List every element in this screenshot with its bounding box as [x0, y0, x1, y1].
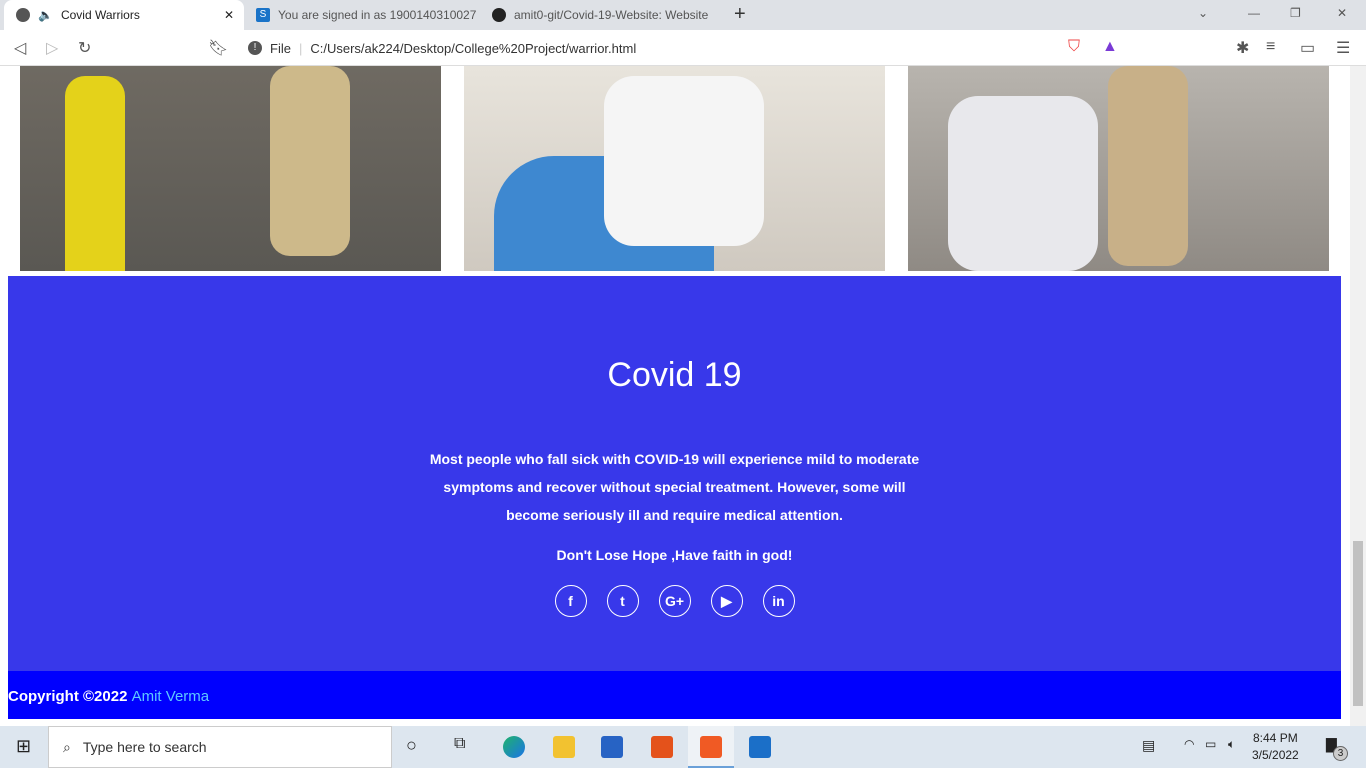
tab-title: You are signed in as 1900140310027: [278, 8, 477, 22]
author-link[interactable]: Amit Verma: [132, 688, 210, 705]
tab-github[interactable]: amit0-git/Covid-19-Website: Website: [480, 0, 720, 30]
wifi-icon[interactable]: ◠: [1184, 737, 1194, 751]
globe-icon: [16, 8, 30, 22]
tab-strip: 🔈 Covid Warriors ✕ S You are signed in a…: [0, 0, 1366, 30]
taskbar: ⊞ ⌕ Type here to search ○ ⧉ ▤ ◠ ▭ 🔈︎ 8:4…: [0, 726, 1366, 768]
back-icon[interactable]: ◁: [14, 38, 26, 58]
warrior-photo-testing: [908, 66, 1329, 271]
page-content: Covid 19 Most people who fall sick with …: [0, 66, 1350, 726]
brave-rewards-icon[interactable]: ▲: [1102, 38, 1118, 56]
tab-title: amit0-git/Covid-19-Website: Website: [514, 8, 709, 22]
edge-icon[interactable]: [503, 736, 525, 758]
address-bar[interactable]: ! File | C:/Users/ak224/Desktop/College%…: [238, 34, 1128, 62]
forward-icon[interactable]: ▷: [46, 38, 58, 58]
warrior-photo-police: [20, 66, 441, 271]
windows-start-icon[interactable]: ⊞: [16, 736, 31, 757]
close-window-button[interactable]: ✕: [1337, 6, 1347, 20]
browser-toolbar: ◁ ▷ ↻ 🔖︎ ! File | C:/Users/ak224/Desktop…: [0, 30, 1366, 66]
news-icon[interactable]: ▤: [1142, 737, 1155, 754]
media-icon[interactable]: ≡: [1266, 38, 1275, 56]
scrollbar[interactable]: [1350, 66, 1366, 726]
linkedin-icon[interactable]: in: [762, 585, 795, 617]
volume-icon[interactable]: 🔈︎: [1228, 737, 1235, 752]
wallet-icon[interactable]: ▭: [1300, 38, 1315, 58]
url-scheme: File: [270, 40, 291, 56]
clock-date: 3/5/2022: [1252, 748, 1299, 762]
warrior-photo-vaccination: [464, 66, 885, 271]
clock[interactable]: 8:44 PM 3/5/2022: [1252, 730, 1299, 764]
copyright-text: Copyright ©2022: [8, 688, 128, 705]
battery-icon[interactable]: ▭: [1205, 737, 1216, 751]
new-tab-button[interactable]: +: [734, 3, 746, 26]
clock-time: 8:44 PM: [1253, 731, 1298, 745]
info-icon: !: [248, 41, 262, 55]
footer: Covid 19 Most people who fall sick with …: [8, 276, 1341, 671]
facebook-icon[interactable]: f: [554, 585, 587, 617]
s-site-icon: S: [256, 8, 270, 22]
mail-icon[interactable]: [749, 736, 771, 758]
search-placeholder: Type here to search: [82, 739, 207, 755]
cortana-icon[interactable]: ○: [406, 735, 417, 756]
url-text[interactable]: C:/Users/ak224/Desktop/College%20Project…: [310, 41, 636, 56]
footer-title: Covid 19: [607, 356, 742, 394]
copyright-bar: Copyright ©2022 Amit Verma: [8, 671, 1341, 719]
tab-signed-in[interactable]: S You are signed in as 1900140310027: [244, 0, 480, 30]
file-explorer-icon[interactable]: [553, 736, 575, 758]
menu-icon[interactable]: ☰: [1336, 38, 1350, 58]
taskbar-search[interactable]: ⌕ Type here to search: [48, 726, 392, 768]
twitter-icon[interactable]: t: [606, 585, 639, 617]
footer-tagline: Don't Lose Hope ,Have faith in god!: [556, 547, 793, 563]
speaker-icon[interactable]: 🔈: [38, 8, 53, 22]
footer-description: Most people who fall sick with COVID-19 …: [429, 451, 920, 523]
office-icon[interactable]: [651, 736, 673, 758]
restore-button[interactable]: ❐: [1290, 6, 1301, 20]
google-plus-icon[interactable]: G+: [658, 585, 691, 617]
extensions-icon[interactable]: ✱: [1236, 38, 1249, 58]
tab-title: Covid Warriors: [60, 8, 140, 22]
scrollbar-thumb[interactable]: [1353, 541, 1363, 706]
tab-covid-warriors[interactable]: 🔈 Covid Warriors ✕: [4, 0, 244, 30]
brave-shield-icon[interactable]: ⛉: [1068, 38, 1080, 56]
store-icon[interactable]: [601, 736, 623, 758]
tab-search-icon[interactable]: ⌄: [1198, 6, 1208, 20]
brave-icon[interactable]: [700, 736, 722, 758]
youtube-icon[interactable]: ▶: [710, 585, 743, 617]
bookmark-icon[interactable]: 🔖︎: [208, 38, 228, 58]
notification-count: 3: [1333, 746, 1348, 761]
social-links: f t G+ ▶ in: [8, 585, 1341, 617]
close-icon[interactable]: ✕: [224, 8, 234, 22]
reload-icon[interactable]: ↻: [78, 38, 91, 58]
minimize-button[interactable]: —: [1248, 6, 1260, 20]
task-view-icon[interactable]: ⧉: [454, 735, 465, 753]
search-icon: ⌕: [63, 738, 71, 755]
github-icon: [492, 8, 506, 22]
